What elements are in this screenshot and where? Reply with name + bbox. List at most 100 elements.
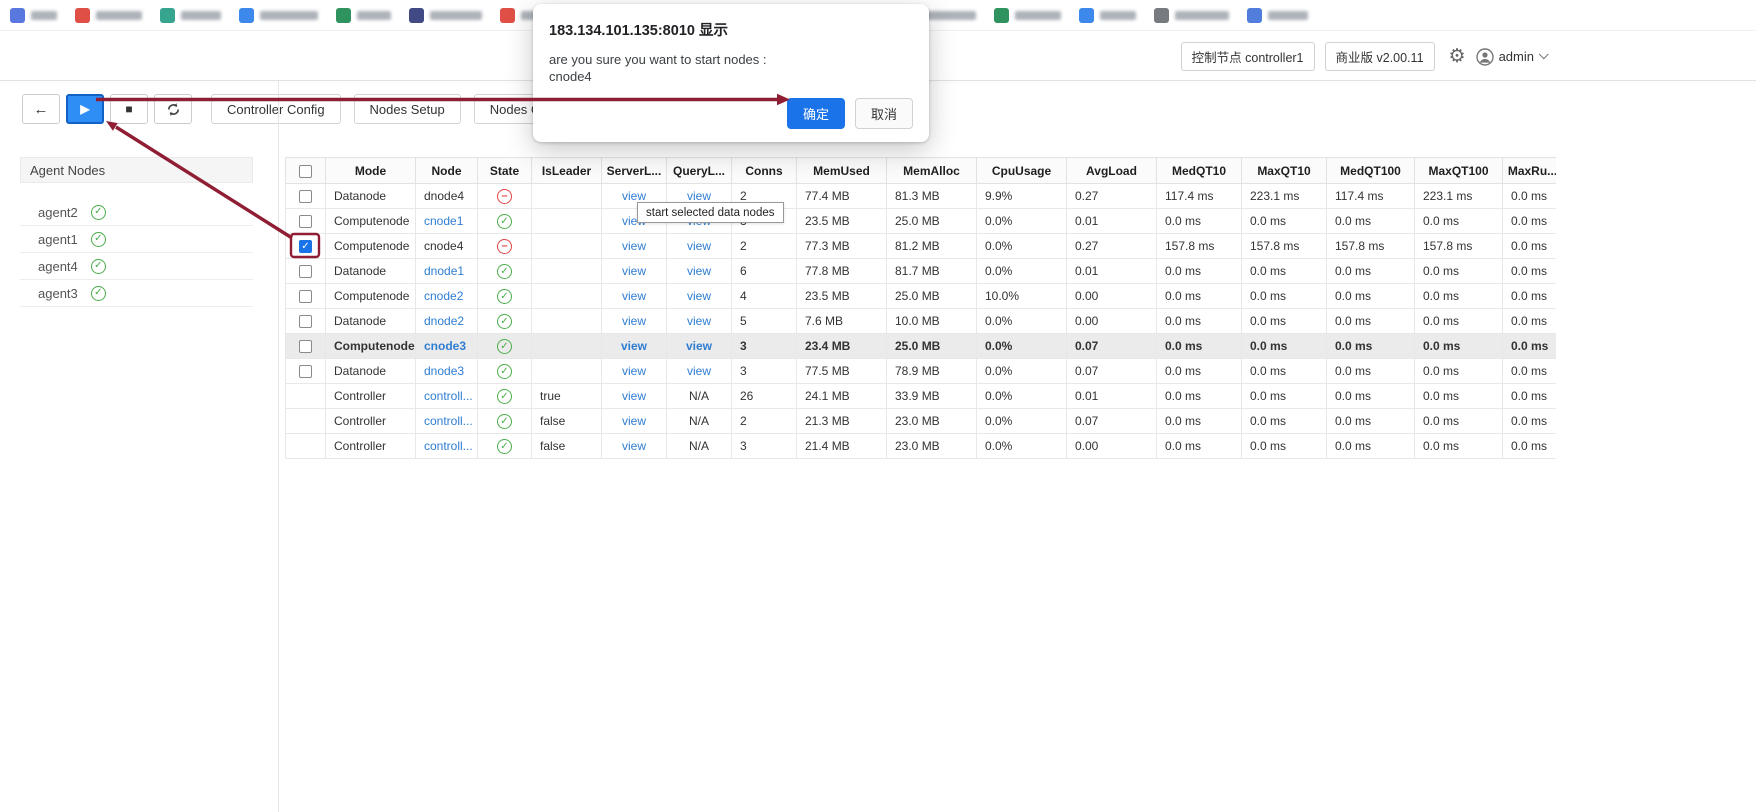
query-log-link[interactable]: view [687,289,711,303]
cell-medQT10: 0.0 ms [1157,359,1242,384]
query-log-link[interactable]: view [687,364,711,378]
table-row[interactable]: Datanodednode4–viewview277.4 MB81.3 MB9.… [286,184,1557,209]
row-checkbox[interactable] [299,340,312,353]
server-log-link[interactable]: view [622,189,646,203]
node-name[interactable]: controll... [424,389,473,403]
bookmark-item[interactable] [1154,8,1229,23]
tab-nodes-setup[interactable]: Nodes Setup [354,94,461,124]
table-row[interactable]: Computenodecnode1✓viewview323.5 MB25.0 M… [286,209,1557,234]
bookmark-item[interactable] [10,8,57,23]
refresh-button[interactable] [154,94,192,124]
cell-medQT10: 0.0 ms [1157,209,1242,234]
bookmark-item[interactable] [75,8,142,23]
node-name[interactable]: dnode1 [424,264,464,278]
state-stopped-icon: – [497,239,512,254]
bookmark-item[interactable] [409,8,482,23]
table-row[interactable]: Datanodednode3✓viewview377.5 MB78.9 MB0.… [286,359,1557,384]
query-log-link[interactable]: view [687,239,711,253]
query-log-link[interactable]: view [687,264,711,278]
dialog-title: 183.134.101.135:8010 显示 [549,19,913,40]
row-checkbox[interactable] [299,290,312,303]
node-name[interactable]: cnode3 [424,339,466,353]
table-row[interactable]: Datanodednode2✓viewview57.6 MB10.0 MB0.0… [286,309,1557,334]
node-name: cnode4 [424,239,463,253]
query-log-link[interactable]: view [687,314,711,328]
table-row[interactable]: Computenodecnode2✓viewview423.5 MB25.0 M… [286,284,1557,309]
bookmark-item[interactable] [336,8,391,23]
bookmark-item[interactable] [1247,8,1308,23]
cell-select [286,184,326,209]
cell-maxRu: 0.0 ms [1503,209,1557,234]
table-row[interactable]: Controllercontroll...✓trueviewN/A2624.1 … [286,384,1557,409]
node-name[interactable]: dnode2 [424,314,464,328]
col-header-medQT100: MedQT100 [1327,158,1415,184]
tab-controller-config[interactable]: Controller Config [211,94,341,124]
row-checkbox[interactable] [299,215,312,228]
server-log-link[interactable]: view [622,414,646,428]
row-checkbox[interactable]: ✓ [299,240,312,253]
table-row[interactable]: Computenodecnode3✓viewview323.4 MB25.0 M… [286,334,1557,359]
table-row[interactable]: Controllercontroll...✓falseviewN/A321.4 … [286,434,1557,459]
node-name[interactable]: controll... [424,414,473,428]
page: 控制节点 controller1 商业版 v2.00.11 ⚙ admin ← … [0,0,1756,812]
cell-avgLoad: 0.00 [1067,434,1157,459]
settings-gear-icon[interactable]: ⚙ [1449,45,1466,68]
cell-node: controll... [416,409,478,434]
node-name[interactable]: controll... [424,439,473,453]
agent-item[interactable]: agent3✓ [20,280,253,307]
agent-item[interactable]: agent4✓ [20,253,253,280]
row-checkbox[interactable] [299,190,312,203]
server-log-link[interactable]: view [622,314,646,328]
agent-item[interactable]: agent2✓ [20,199,253,226]
cell-select [286,309,326,334]
cell-node: cnode2 [416,284,478,309]
query-log-link[interactable]: view [686,339,712,353]
cell-node: dnode2 [416,309,478,334]
confirm-button[interactable]: 确定 [787,98,845,129]
cell-state: ✓ [478,309,532,334]
agent-item[interactable]: agent1✓ [20,226,253,253]
server-log-link[interactable]: view [622,439,646,453]
server-log-link[interactable]: view [622,364,646,378]
cell-queryLog: view [667,309,732,334]
version-badge[interactable]: 商业版 v2.00.11 [1325,42,1435,71]
server-log-link[interactable]: view [621,339,647,353]
controller-node-badge[interactable]: 控制节点 controller1 [1181,42,1315,71]
node-name[interactable]: dnode3 [424,364,464,378]
server-log-link[interactable]: view [622,264,646,278]
cell-cpuUsage: 0.0% [977,259,1067,284]
bookmark-item[interactable] [160,8,221,23]
cell-serverLog: view [602,434,667,459]
bookmark-item[interactable] [1079,8,1136,23]
back-button[interactable]: ← [22,94,60,124]
table-row[interactable]: Controllercontroll...✓falseviewN/A221.3 … [286,409,1557,434]
cell-state: – [478,234,532,259]
table-row[interactable]: ✓Computenodecnode4–viewview277.3 MB81.2 … [286,234,1557,259]
row-checkbox[interactable] [299,365,312,378]
row-checkbox[interactable] [299,265,312,278]
row-checkbox[interactable] [299,315,312,328]
server-log-link[interactable]: view [622,389,646,403]
node-name[interactable]: cnode2 [424,289,463,303]
node-name[interactable]: cnode1 [424,214,463,228]
cell-select [286,434,326,459]
server-log-link[interactable]: view [622,239,646,253]
cell-mode: Computenode [326,284,416,309]
cell-maxQT10: 0.0 ms [1242,359,1327,384]
bookmark-item[interactable] [239,8,318,23]
cell-memAlloc: 25.0 MB [887,284,977,309]
query-log-link[interactable]: view [687,189,711,203]
start-nodes-button[interactable]: ▶ [66,94,104,124]
bookmark-item[interactable] [994,8,1061,23]
user-menu[interactable]: admin [1476,48,1548,66]
cell-maxQT100: 0.0 ms [1415,259,1503,284]
table-row[interactable]: Datanodednode1✓viewview677.8 MB81.7 MB0.… [286,259,1557,284]
select-all-checkbox[interactable] [299,165,312,178]
stop-nodes-button[interactable]: ■ [110,94,148,124]
cancel-button[interactable]: 取消 [855,98,913,129]
bookmark-title-blurred [181,11,221,20]
state-running-icon: ✓ [497,214,512,229]
cell-mode: Controller [326,384,416,409]
server-log-link[interactable]: view [622,289,646,303]
agent-name: agent3 [38,286,78,301]
